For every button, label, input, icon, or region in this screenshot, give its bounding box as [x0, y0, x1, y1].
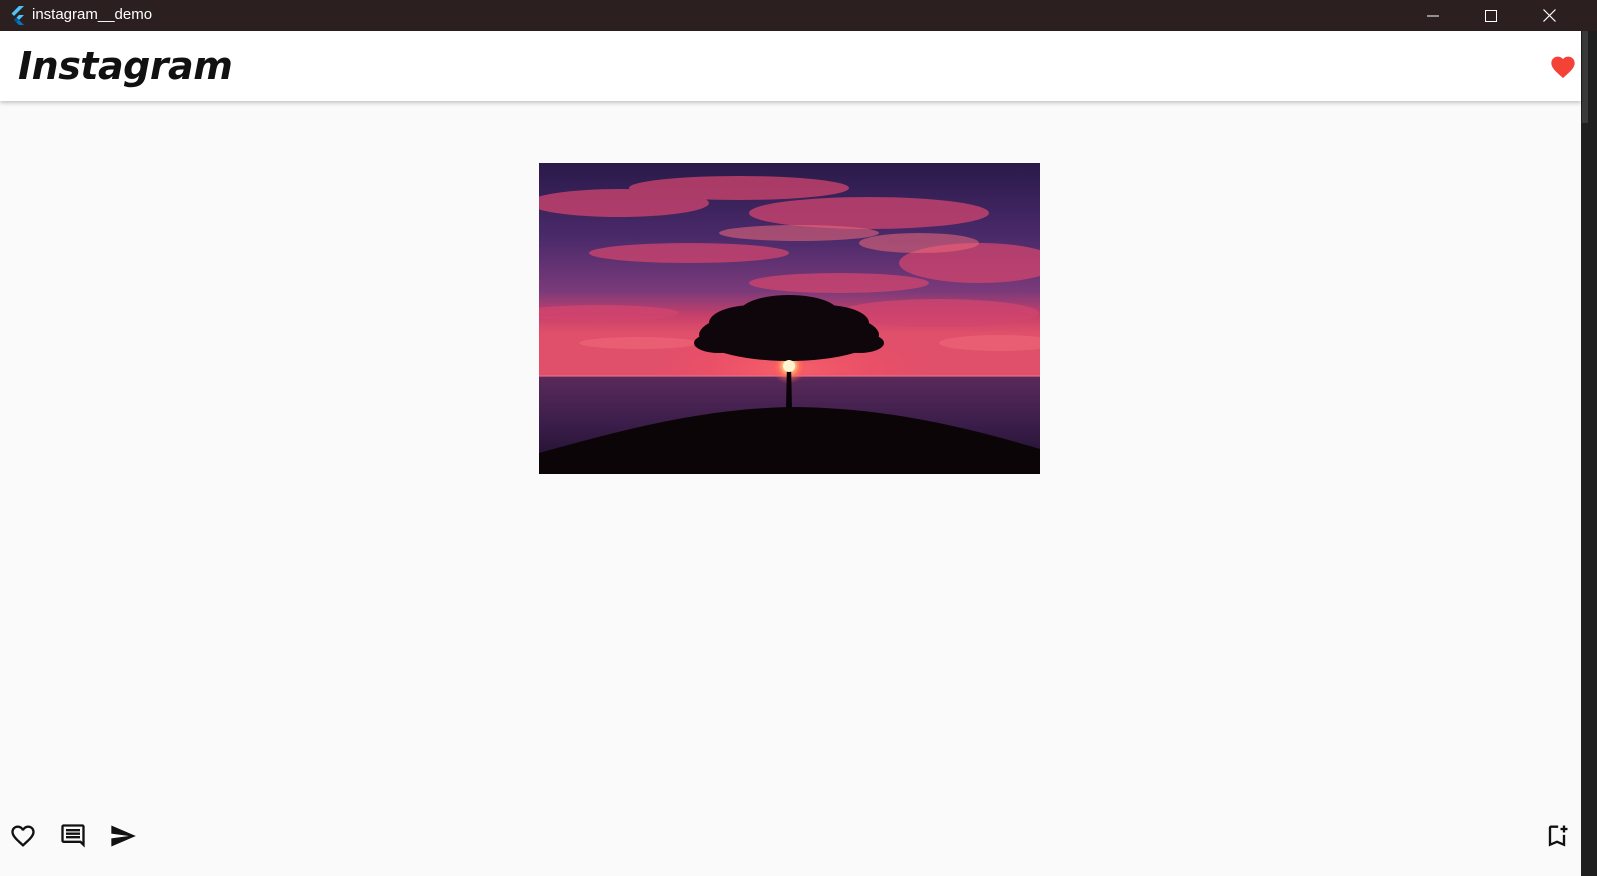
window-titlebar: instagram__demo	[0, 0, 1597, 31]
scrollbar-track[interactable]	[1581, 31, 1597, 876]
share-button[interactable]	[107, 820, 139, 852]
minimize-button[interactable]	[1404, 0, 1462, 31]
send-icon	[111, 825, 136, 847]
post-image	[539, 163, 1040, 474]
app-window: instagram__demo Instagram	[0, 0, 1597, 876]
bookmark-add-icon	[1548, 825, 1568, 847]
app-title: Instagram	[18, 44, 233, 88]
comment-icon	[61, 824, 85, 848]
maximize-button[interactable]	[1462, 0, 1520, 31]
app-bar: Instagram	[0, 31, 1581, 101]
close-button[interactable]	[1520, 0, 1578, 31]
maximize-icon	[1485, 9, 1497, 22]
heart-outline-icon	[11, 825, 35, 847]
minimize-icon	[1427, 15, 1439, 16]
flutter-logo-icon	[11, 6, 24, 25]
scrollbar-thumb[interactable]	[1582, 31, 1588, 123]
heart-filled-icon[interactable]	[1549, 53, 1577, 79]
comment-button[interactable]	[57, 820, 89, 852]
bookmark-button[interactable]	[1541, 820, 1573, 852]
close-icon	[1542, 9, 1556, 22]
like-button[interactable]	[7, 820, 39, 852]
window-title: instagram__demo	[32, 6, 153, 23]
sunset-tree-photo	[539, 163, 1040, 474]
